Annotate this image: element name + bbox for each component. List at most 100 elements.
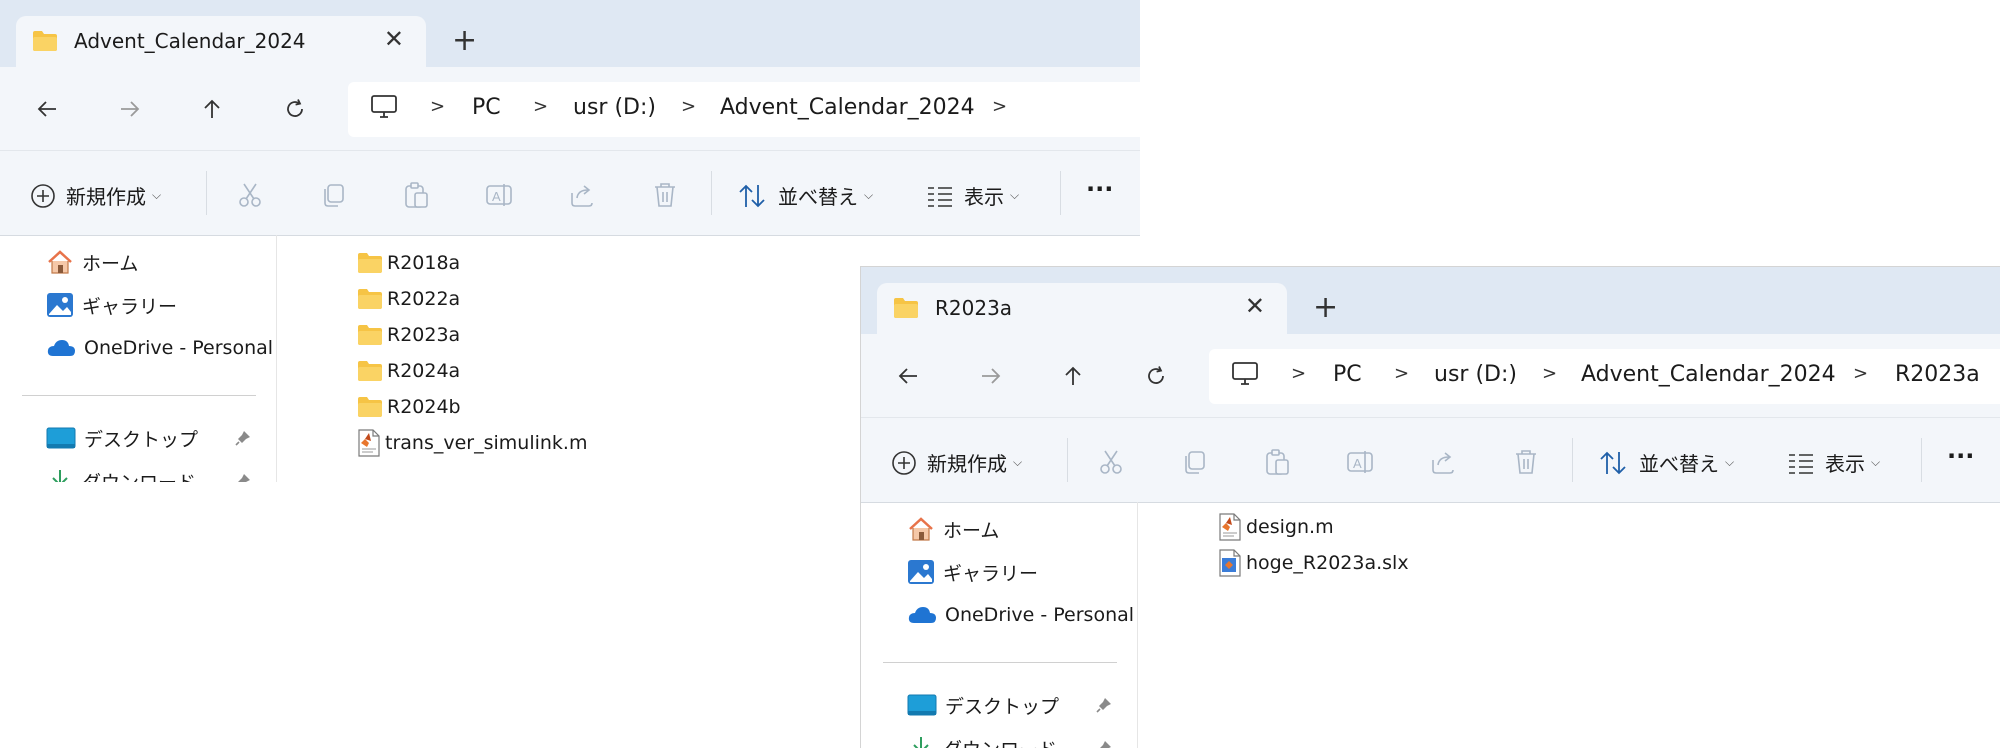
sidebar-item-downloads[interactable]: ダウンロード — [907, 732, 1127, 748]
simulink-file-icon — [1218, 549, 1242, 577]
chevron-down-icon: ⌵ — [152, 188, 161, 203]
breadcrumb-drive[interactable]: usr (D:) — [573, 95, 656, 120]
list-item[interactable]: R2022a — [357, 284, 460, 314]
up-arrow-icon[interactable] — [1059, 362, 1087, 390]
matlab-file-icon — [357, 429, 381, 457]
breadcrumb-pc[interactable]: PC — [472, 95, 501, 120]
pin-icon[interactable] — [1095, 696, 1113, 714]
onedrive-icon — [46, 338, 76, 358]
chevron-right-icon[interactable]: > — [1542, 363, 1557, 384]
folder-icon — [32, 30, 58, 52]
copy-icon[interactable] — [319, 181, 347, 209]
chevron-right-icon[interactable]: > — [681, 96, 696, 117]
more-icon[interactable]: ··· — [1947, 442, 1974, 470]
plus-icon[interactable]: + — [1313, 293, 1338, 323]
sidebar-item-label: ホーム — [82, 249, 138, 276]
refresh-icon[interactable] — [281, 95, 309, 123]
sort-button[interactable]: 並べ替え ⌵ — [738, 181, 873, 210]
list-item[interactable]: trans_ver_simulink.m — [357, 428, 587, 458]
divider — [1921, 438, 1922, 482]
sidebar-item-gallery[interactable]: ギャラリー — [907, 556, 1038, 588]
computer-icon[interactable] — [1231, 361, 1259, 391]
chevron-right-icon[interactable]: > — [1853, 363, 1868, 384]
delete-icon[interactable] — [651, 181, 679, 209]
sidebar-item-label: ダウンロード — [82, 468, 196, 483]
close-icon[interactable]: ✕ — [384, 25, 404, 53]
address-bar[interactable]: > PC > usr (D:) > Advent_Calendar_2024 >… — [1209, 349, 2000, 404]
list-item[interactable]: hoge_R2023a.slx — [1218, 548, 1409, 578]
list-item[interactable]: R2024a — [357, 356, 460, 386]
sort-label: 並べ替え — [1639, 448, 1719, 477]
sidebar-item-desktop[interactable]: デスクトップ — [46, 422, 266, 454]
sidebar-item-onedrive[interactable]: OneDrive - Personal — [907, 599, 1134, 631]
forward-arrow-icon[interactable] — [116, 95, 144, 123]
sidebar-item-desktop[interactable]: デスクトップ — [907, 689, 1127, 721]
chevron-down-icon: ⌵ — [1725, 455, 1734, 470]
sidebar-item-label: ギャラリー — [82, 292, 177, 319]
back-arrow-icon[interactable] — [33, 95, 61, 123]
chevron-right-icon[interactable]: > — [533, 96, 548, 117]
address-bar[interactable]: > PC > usr (D:) > Advent_Calendar_2024 > — [348, 82, 1140, 137]
sidebar-item-home[interactable]: ホーム — [907, 513, 999, 545]
sort-button[interactable]: 並べ替え ⌵ — [1599, 448, 1734, 477]
view-button[interactable]: 表示 ⌵ — [1787, 448, 1880, 477]
view-button[interactable]: 表示 ⌵ — [926, 181, 1019, 210]
copy-icon[interactable] — [1180, 448, 1208, 476]
sidebar-item-gallery[interactable]: ギャラリー — [46, 289, 177, 321]
close-icon[interactable]: ✕ — [1245, 292, 1265, 320]
breadcrumb-folder[interactable]: Advent_Calendar_2024 — [720, 95, 975, 120]
pin-icon[interactable] — [234, 429, 252, 447]
cut-icon[interactable] — [1097, 448, 1125, 476]
list-item[interactable]: R2023a — [357, 320, 460, 350]
chevron-down-icon: ⌵ — [1013, 455, 1022, 470]
list-item[interactable]: R2024b — [357, 392, 461, 422]
navigation-bar: > PC > usr (D:) > Advent_Calendar_2024 >… — [861, 334, 2000, 417]
divider — [711, 171, 712, 215]
list-item[interactable]: design.m — [1218, 512, 1334, 542]
plus-icon[interactable]: + — [452, 26, 477, 56]
computer-icon[interactable] — [370, 94, 398, 124]
sidebar-item-downloads[interactable]: ダウンロード — [46, 465, 266, 482]
divider — [883, 662, 1117, 663]
cut-icon[interactable] — [236, 181, 264, 209]
share-icon[interactable] — [568, 181, 596, 209]
file-name: R2024a — [387, 360, 460, 382]
pin-icon[interactable] — [234, 472, 252, 482]
breadcrumb-drive[interactable]: usr (D:) — [1434, 362, 1517, 387]
file-name: R2024b — [387, 396, 461, 418]
chevron-down-icon: ⌵ — [1010, 188, 1019, 203]
file-name: trans_ver_simulink.m — [385, 432, 587, 454]
sidebar-item-home[interactable]: ホーム — [46, 246, 138, 278]
share-icon[interactable] — [1429, 448, 1457, 476]
up-arrow-icon[interactable] — [198, 95, 226, 123]
desktop-icon — [907, 693, 937, 717]
tab-advent-calendar[interactable]: Advent_Calendar_2024 ✕ — [16, 16, 426, 67]
delete-icon[interactable] — [1512, 448, 1540, 476]
new-circle-plus-icon — [891, 450, 917, 476]
rename-icon[interactable]: A — [1346, 448, 1374, 476]
list-item[interactable]: R2018a — [357, 248, 460, 278]
breadcrumb-advent-folder[interactable]: Advent_Calendar_2024 — [1581, 362, 1836, 387]
new-button[interactable]: 新規作成 ⌵ — [891, 448, 1022, 477]
new-button[interactable]: 新規作成 ⌵ — [30, 181, 161, 210]
file-name: R2018a — [387, 252, 460, 274]
folder-icon — [357, 360, 383, 382]
chevron-right-icon[interactable]: > — [430, 96, 445, 117]
forward-arrow-icon[interactable] — [977, 362, 1005, 390]
chevron-right-icon[interactable]: > — [1291, 363, 1306, 384]
matlab-file-icon — [1218, 513, 1242, 541]
tab-r2023a[interactable]: R2023a ✕ — [877, 283, 1287, 334]
back-arrow-icon[interactable] — [894, 362, 922, 390]
breadcrumb-current-folder[interactable]: R2023a — [1895, 362, 1980, 387]
breadcrumb-pc[interactable]: PC — [1333, 362, 1362, 387]
chevron-right-icon[interactable]: > — [1394, 363, 1409, 384]
paste-icon[interactable] — [1263, 448, 1291, 476]
refresh-icon[interactable] — [1142, 362, 1170, 390]
command-bar: 新規作成 ⌵ A 並べ替え ⌵ 表示 ⌵ ··· — [861, 417, 2000, 503]
chevron-right-icon[interactable]: > — [992, 96, 1007, 117]
more-icon[interactable]: ··· — [1086, 175, 1113, 203]
gallery-icon — [907, 559, 935, 585]
rename-icon[interactable]: A — [485, 181, 513, 209]
sidebar-item-onedrive[interactable]: OneDrive - Personal — [46, 332, 273, 364]
paste-icon[interactable] — [402, 181, 430, 209]
